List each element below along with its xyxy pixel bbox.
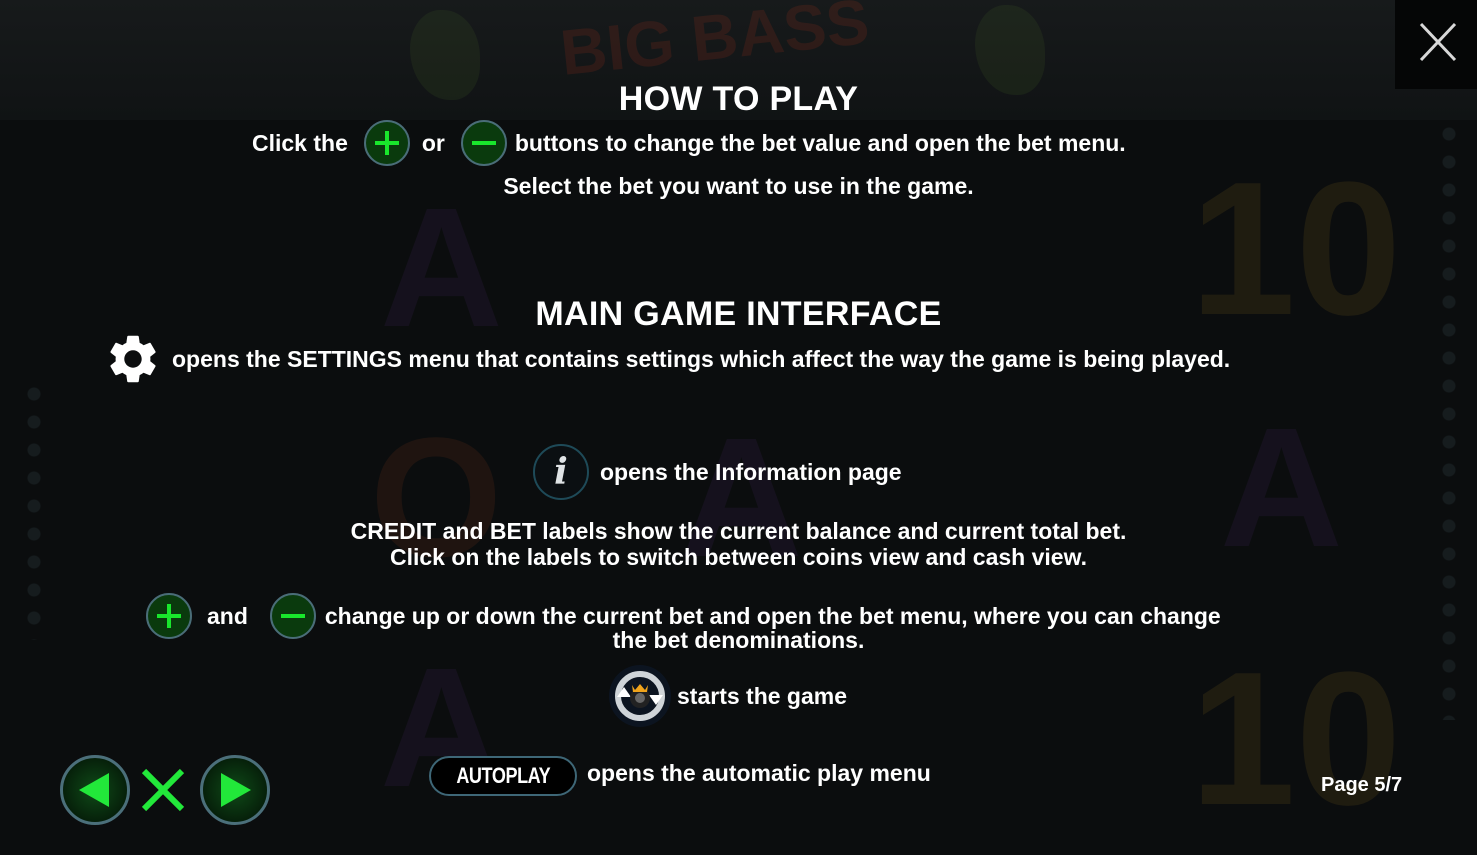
bet-description-line-1: change up or down the current bet and op… bbox=[324, 602, 1221, 629]
info-row: i opens the Information page bbox=[533, 443, 902, 501]
autoplay-row: AUTOPLAY opens the automatic play menu bbox=[429, 756, 931, 796]
next-page-button[interactable] bbox=[200, 755, 270, 825]
info-icon: i bbox=[554, 451, 568, 493]
autoplay-button[interactable]: AUTOPLAY bbox=[429, 756, 577, 796]
credit-description: CREDIT and BET labels show the current b… bbox=[0, 518, 1477, 570]
settings-description: opens the SETTINGS menu that contains se… bbox=[172, 345, 1231, 372]
how-to-play-line-1: Click the or buttons to change the bet v… bbox=[252, 120, 1126, 166]
spin-row: starts the game bbox=[609, 665, 847, 727]
line1-or: or bbox=[421, 129, 445, 156]
minus-icon bbox=[471, 141, 496, 145]
arrow-left-icon bbox=[79, 773, 109, 807]
minus-button[interactable] bbox=[460, 120, 507, 166]
spin-button[interactable] bbox=[609, 665, 671, 727]
plus-button[interactable] bbox=[363, 120, 410, 166]
gear-icon bbox=[110, 335, 156, 383]
autoplay-label: AUTOPLAY bbox=[456, 763, 550, 788]
main-interface-title: MAIN GAME INTERFACE bbox=[535, 295, 942, 333]
spin-icon bbox=[615, 671, 665, 721]
line1-prefix: Click the bbox=[252, 129, 348, 156]
spin-description: starts the game bbox=[677, 682, 848, 709]
plus-icon bbox=[374, 131, 399, 155]
previous-page-button[interactable] bbox=[60, 755, 130, 825]
bet-and: and bbox=[207, 602, 248, 629]
page-indicator: Page 5/7 bbox=[1321, 774, 1403, 796]
close-icon bbox=[1419, 22, 1457, 62]
minus-icon bbox=[280, 614, 305, 618]
settings-row: opens the SETTINGS menu that contains se… bbox=[104, 330, 1230, 388]
close-help-button[interactable] bbox=[140, 767, 186, 818]
credit-line-1: CREDIT and BET labels show the current b… bbox=[350, 518, 1127, 544]
info-button[interactable]: i bbox=[533, 444, 589, 500]
credit-line-2: Click on the labels to switch between co… bbox=[389, 544, 1088, 570]
how-to-play-title: HOW TO PLAY bbox=[618, 80, 859, 118]
close-x-icon bbox=[141, 768, 185, 812]
bet-description-line-2: the bet denominations. bbox=[612, 627, 865, 653]
line1-suffix: buttons to change the bet value and open… bbox=[514, 129, 1126, 156]
info-description: opens the Information page bbox=[600, 458, 902, 485]
arrow-right-icon bbox=[221, 773, 251, 807]
plus-icon bbox=[157, 604, 181, 628]
autoplay-description: opens the automatic play menu bbox=[587, 759, 931, 786]
game-logo: BIG BASS bbox=[557, 0, 873, 89]
close-button[interactable] bbox=[1395, 0, 1477, 89]
how-to-play-line-2: Select the bet you want to use in the ga… bbox=[503, 173, 974, 199]
